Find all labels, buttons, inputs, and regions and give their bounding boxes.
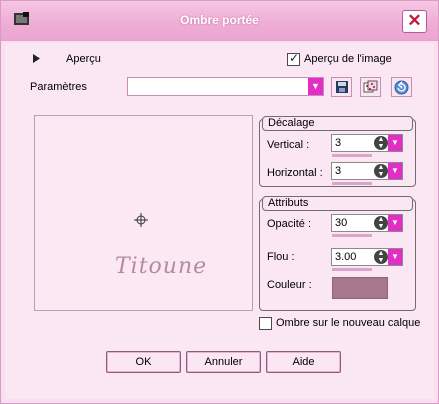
new-layer-checkbox[interactable] xyxy=(259,317,272,330)
title-bar: Ombre portée ✕ xyxy=(1,1,438,41)
color-label: Couleur : xyxy=(267,279,312,291)
updown-icon[interactable]: ▲ ▼ xyxy=(374,250,388,264)
dice-icon xyxy=(363,80,378,93)
vertical-slider[interactable] xyxy=(332,154,372,157)
crosshair-icon[interactable] xyxy=(133,212,149,228)
vertical-value: 3 xyxy=(335,137,342,149)
dialog-window: Ombre portée ✕ Aperçu Aperçu de l'image … xyxy=(0,0,439,404)
updown-icon[interactable]: ▲ ▼ xyxy=(374,216,388,230)
dialog-body: Aperçu Aperçu de l'image Paramètres ▼ xyxy=(5,43,434,399)
horizontal-spinner[interactable]: 3 ▲ ▼ ▼ xyxy=(331,162,403,180)
chevron-down-icon[interactable]: ▼ xyxy=(388,215,402,231)
chevron-down-icon[interactable]: ▼ xyxy=(388,135,402,151)
random-preset-button[interactable] xyxy=(360,77,381,97)
vertical-label: Vertical : xyxy=(267,139,310,151)
blur-slider[interactable] xyxy=(332,268,372,271)
help-button[interactable]: Aide xyxy=(266,351,341,373)
blur-label: Flou : xyxy=(267,251,295,263)
expand-arrow-icon[interactable] xyxy=(33,54,40,63)
updown-icon[interactable]: ▲ ▼ xyxy=(374,164,388,178)
opacity-label: Opacité : xyxy=(267,218,312,230)
horizontal-value: 3 xyxy=(335,165,342,177)
blur-value: 3.00 xyxy=(335,251,357,263)
close-button[interactable]: ✕ xyxy=(402,10,427,33)
attributes-group-title: Attributs xyxy=(262,196,413,211)
save-preset-button[interactable] xyxy=(331,77,352,97)
new-layer-label[interactable]: Ombre sur le nouveau calque xyxy=(276,317,420,329)
offset-group-title: Décalage xyxy=(262,116,413,131)
save-icon xyxy=(336,81,348,93)
chevron-down-icon[interactable]: ▼ xyxy=(308,78,323,95)
reset-icon xyxy=(394,80,409,95)
chevron-down-icon[interactable]: ▼ xyxy=(388,163,402,179)
preview-pane[interactable]: Titoune xyxy=(34,115,253,311)
opacity-slider[interactable] xyxy=(332,234,372,237)
cancel-button[interactable]: Annuler xyxy=(186,351,261,373)
ok-button[interactable]: OK xyxy=(106,351,181,373)
reset-button[interactable] xyxy=(391,77,412,97)
horizontal-label: Horizontal : xyxy=(267,167,323,179)
preview-image-checkbox[interactable] xyxy=(287,51,300,66)
blur-spinner[interactable]: 3.00 ▲ ▼ ▼ xyxy=(331,248,403,266)
window-title: Ombre portée xyxy=(180,13,259,27)
preview-toggle-label[interactable]: Aperçu xyxy=(66,53,101,65)
watermark-text: Titoune xyxy=(115,254,208,279)
chevron-down-icon[interactable]: ▼ xyxy=(388,249,402,265)
preset-combo[interactable]: ▼ xyxy=(127,77,324,96)
opacity-spinner[interactable]: 30 ▲ ▼ ▼ xyxy=(331,214,403,232)
vertical-spinner[interactable]: 3 ▲ ▼ ▼ xyxy=(331,134,403,152)
preview-image-label[interactable]: Aperçu de l'image xyxy=(304,53,392,65)
horizontal-slider[interactable] xyxy=(332,182,372,185)
updown-icon[interactable]: ▲ ▼ xyxy=(374,136,388,150)
color-swatch[interactable] xyxy=(332,277,388,299)
opacity-value: 30 xyxy=(335,217,348,229)
params-label: Paramètres xyxy=(30,81,87,93)
